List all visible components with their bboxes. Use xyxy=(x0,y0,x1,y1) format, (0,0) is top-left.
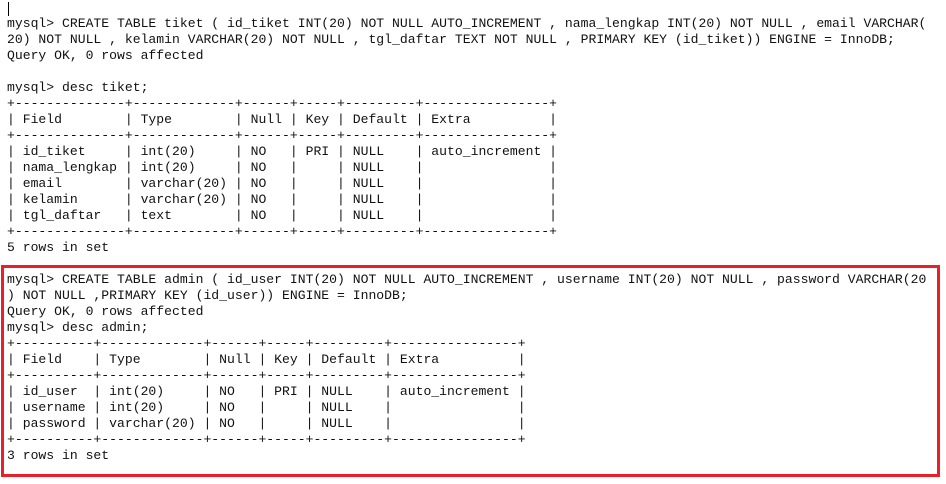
table-row: | tgl_daftar | text | NO | | NULL | | xyxy=(7,208,558,223)
table-row: | kelamin | varchar(20) | NO | | NULL | … xyxy=(7,192,558,207)
desc-tiket-command: mysql> desc tiket; xyxy=(7,80,149,95)
query-ok-message: Query OK, 0 rows affected xyxy=(7,48,204,63)
table-header-row: | Field | Type | Null | Key | Default | … xyxy=(7,112,558,127)
table-row: | id_tiket | int(20) | NO | PRI | NULL |… xyxy=(7,144,558,159)
create-tiket-statement-line-1: mysql> CREATE TABLE tiket ( id_tiket INT… xyxy=(7,16,927,31)
table-row: | password | varchar(20) | NO | | NULL |… xyxy=(7,416,526,431)
table-border: +--------------+-------------+------+---… xyxy=(7,96,558,111)
text-cursor xyxy=(8,2,9,16)
table-border: +----------+-------------+------+-----+-… xyxy=(7,368,526,383)
table-row: | email | varchar(20) | NO | | NULL | | xyxy=(7,176,558,191)
table-row: | nama_lengkap | int(20) | NO | | NULL |… xyxy=(7,160,558,175)
create-admin-statement-line-1: mysql> CREATE TABLE admin ( id_user INT(… xyxy=(7,272,927,287)
table-border: +----------+-------------+------+-----+-… xyxy=(7,432,526,447)
table-row: | username | int(20) | NO | | NULL | | xyxy=(7,400,526,415)
query-ok-message: Query OK, 0 rows affected xyxy=(7,304,204,319)
table-row: | id_user | int(20) | NO | PRI | NULL | … xyxy=(7,384,526,399)
create-admin-statement-line-2: ) NOT NULL ,PRIMARY KEY (id_user)) ENGIN… xyxy=(7,288,408,303)
terminal-output[interactable]: mysql> CREATE TABLE tiket ( id_tiket INT… xyxy=(0,0,946,484)
rows-in-set-message: 3 rows in set xyxy=(7,448,110,463)
desc-admin-command: mysql> desc admin; xyxy=(7,320,149,335)
table-border: +----------+-------------+------+-----+-… xyxy=(7,336,526,351)
table-border: +--------------+-------------+------+---… xyxy=(7,128,558,143)
table-header-row: | Field | Type | Null | Key | Default | … xyxy=(7,352,526,367)
create-tiket-statement-line-2: 20) NOT NULL , kelamin VARCHAR(20) NOT N… xyxy=(7,32,895,47)
table-border: +--------------+-------------+------+---… xyxy=(7,224,558,239)
rows-in-set-message: 5 rows in set xyxy=(7,240,110,255)
